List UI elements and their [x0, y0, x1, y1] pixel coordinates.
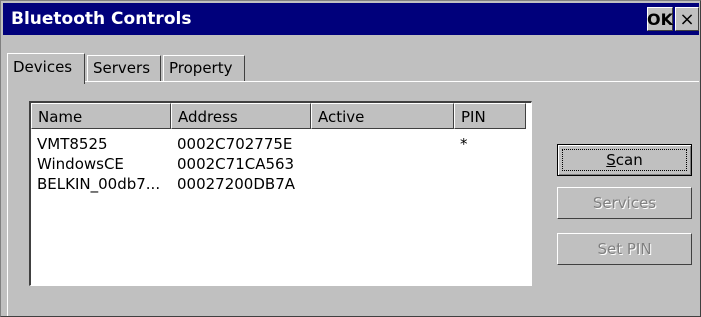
tab-property[interactable]: Property	[163, 55, 245, 81]
tab-servers[interactable]: Servers	[87, 55, 161, 81]
device-pin: *	[460, 135, 468, 153]
column-header-address[interactable]: Address	[171, 103, 311, 129]
device-address: 0002C71CA563	[177, 155, 295, 173]
list-header: Name Address Active PIN	[31, 103, 530, 129]
device-name: VMT8525	[37, 135, 108, 153]
tab-devices[interactable]: Devices	[7, 53, 85, 84]
device-address: 00027200DB7A	[177, 175, 295, 193]
device-address: 0002C702775E	[177, 135, 293, 153]
services-button[interactable]: Services	[557, 187, 692, 219]
bluetooth-controls-window: Bluetooth Controls OK × Devices Servers …	[0, 0, 701, 317]
devices-list[interactable]: Name Address Active PIN VMT8525 0002C702…	[29, 101, 532, 286]
focus-rect	[562, 149, 687, 171]
ok-button[interactable]: OK	[647, 7, 673, 31]
scan-button[interactable]: Scan	[557, 144, 692, 176]
list-item[interactable]: BELKIN_00db7... 00027200DB7A	[31, 175, 530, 195]
set-pin-button[interactable]: Set PIN	[557, 233, 692, 265]
list-item[interactable]: VMT8525 0002C702775E *	[31, 135, 530, 155]
column-header-pin[interactable]: PIN	[454, 103, 526, 129]
column-header-active[interactable]: Active	[311, 103, 454, 129]
device-name: BELKIN_00db7...	[37, 175, 161, 193]
device-name: WindowsCE	[37, 155, 124, 173]
close-button[interactable]: ×	[675, 7, 699, 31]
window-title: Bluetooth Controls	[11, 9, 192, 29]
column-header-name[interactable]: Name	[31, 103, 171, 129]
list-item[interactable]: WindowsCE 0002C71CA563	[31, 155, 530, 175]
title-bar: Bluetooth Controls OK ×	[3, 3, 699, 35]
